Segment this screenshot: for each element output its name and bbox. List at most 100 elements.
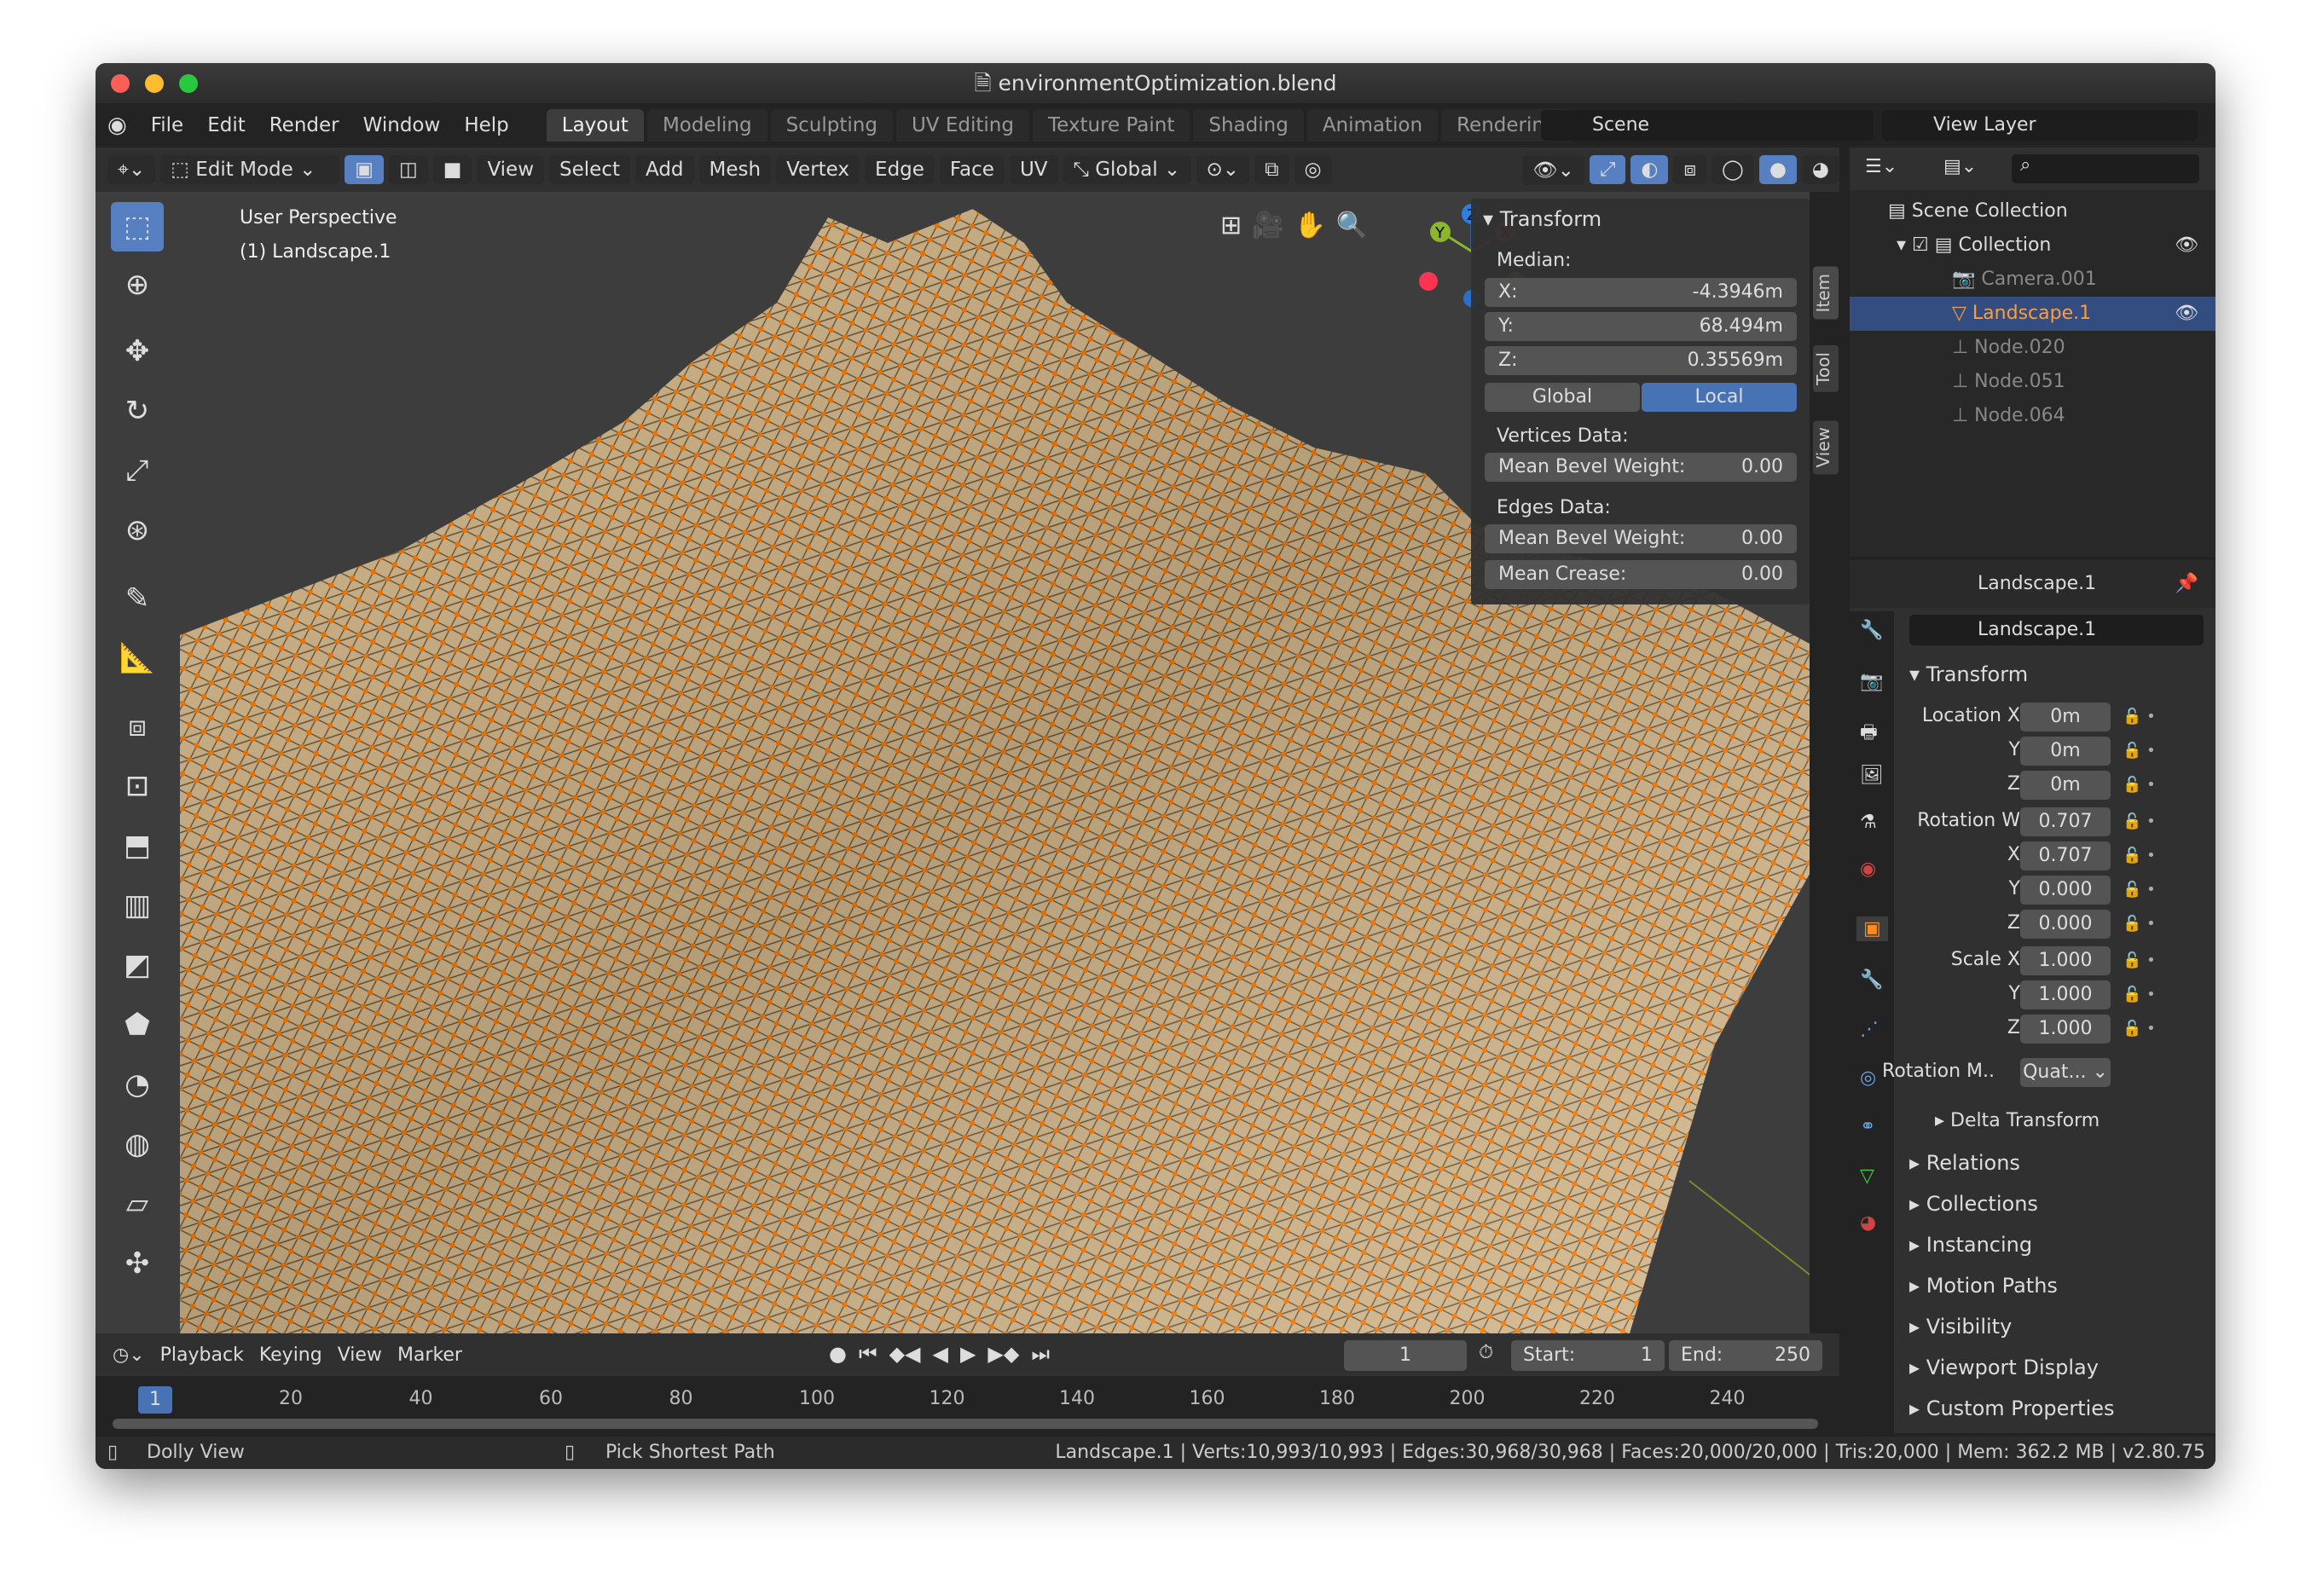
- face-select-icon[interactable]: ■: [432, 155, 472, 184]
- menu-view[interactable]: View: [477, 155, 545, 184]
- lock-icon[interactable]: 🔓 •: [2123, 986, 2156, 1003]
- menu-select[interactable]: Select: [549, 155, 630, 184]
- median-x-field[interactable]: X: -4.3946m: [1485, 278, 1797, 307]
- rotation-mode-select[interactable]: Quat... ⌄: [2020, 1058, 2111, 1087]
- overlay-icon[interactable]: ◐: [1630, 155, 1669, 184]
- lock-icon[interactable]: 🔓 •: [2123, 951, 2156, 969]
- tab-uv-editing[interactable]: UV Editing: [895, 109, 1029, 142]
- menu-edge[interactable]: Edge: [865, 155, 935, 184]
- edge-bevel-weight-field[interactable]: Mean Bevel Weight: 0.00: [1485, 524, 1797, 553]
- viewport-display-section[interactable]: ▸ Viewport Display: [1909, 1356, 2099, 1379]
- shrink-fatten-tool-icon[interactable]: ✣: [111, 1239, 164, 1288]
- menu-timeline-view[interactable]: View: [338, 1344, 382, 1366]
- blender-logo-icon[interactable]: ◉: [96, 113, 139, 138]
- location-x-field[interactable]: 0m: [2020, 703, 2111, 732]
- play-icon[interactable]: ▶: [960, 1342, 976, 1366]
- material-tab-icon[interactable]: ◕: [1860, 1212, 1876, 1234]
- rotate-tool-icon[interactable]: ↻: [111, 386, 164, 436]
- view-layer-tab-icon[interactable]: 🖼: [1860, 765, 1884, 786]
- tab-animation[interactable]: Animation: [1306, 109, 1439, 142]
- timeline-editor-icon[interactable]: ◷⌄: [113, 1344, 145, 1366]
- move-tool-icon[interactable]: ✥: [111, 327, 164, 376]
- end-frame-field[interactable]: End: 250: [1669, 1340, 1822, 1371]
- loop-cut-tool-icon[interactable]: ▥: [111, 881, 164, 930]
- data-tab-icon[interactable]: ▽: [1860, 1165, 1874, 1187]
- next-keyframe-icon[interactable]: ▶◆: [988, 1342, 1019, 1366]
- scale-x-field[interactable]: 1.000: [2020, 946, 2111, 975]
- scale-tool-icon[interactable]: ⤢: [111, 446, 164, 495]
- menu-add[interactable]: Add: [635, 155, 694, 184]
- xray-icon[interactable]: ⧈: [1673, 155, 1707, 184]
- bevel-tool-icon[interactable]: ⬒: [111, 821, 164, 870]
- tab-view[interactable]: View: [1813, 420, 1839, 475]
- knife-tool-icon[interactable]: ◩: [111, 940, 164, 990]
- rotation-y-field[interactable]: 0.000: [2020, 876, 2111, 905]
- outliner-item-node020[interactable]: ⊥ Node.020: [1850, 331, 2215, 365]
- camera-view-icon[interactable]: 🎥: [1252, 211, 1283, 240]
- mean-crease-field[interactable]: Mean Crease: 0.00: [1485, 560, 1797, 589]
- menu-render[interactable]: Render: [258, 114, 351, 136]
- tab-tool[interactable]: Tool: [1813, 345, 1839, 392]
- lock-icon[interactable]: 🔓 •: [2123, 708, 2156, 726]
- outliner-search-input[interactable]: ⌕: [2012, 154, 2199, 183]
- visibility-section[interactable]: ▸ Visibility: [1909, 1315, 2012, 1339]
- editor-type-icon[interactable]: ⌖⌄: [107, 155, 156, 184]
- cursor-tool-icon[interactable]: ⊕: [111, 260, 164, 309]
- median-y-field[interactable]: Y: 68.494m: [1485, 312, 1797, 341]
- lock-icon[interactable]: 🔓 •: [2123, 915, 2156, 933]
- tab-sculpting[interactable]: Sculpting: [770, 109, 893, 142]
- outliner-item-node051[interactable]: ⊥ Node.051: [1850, 365, 2215, 399]
- lock-icon[interactable]: 🔓 •: [2123, 881, 2156, 899]
- wireframe-shading-icon[interactable]: ◯: [1712, 155, 1754, 184]
- collections-section[interactable]: ▸ Collections: [1909, 1192, 2038, 1216]
- world-tab-icon[interactable]: ◉: [1860, 859, 1876, 880]
- pin-icon[interactable]: 📌: [2175, 560, 2198, 608]
- tab-layout[interactable]: Layout: [546, 109, 644, 142]
- grid-view-icon[interactable]: ⊞: [1220, 211, 1242, 240]
- material-shading-icon[interactable]: ◕: [1801, 155, 1839, 184]
- scene-collection-row[interactable]: ▤ Scene Collection: [1850, 194, 2215, 228]
- transform-panel-header[interactable]: ▾ Transform: [1483, 207, 1601, 231]
- measure-tool-icon[interactable]: 📐: [111, 633, 164, 683]
- menu-keying[interactable]: Keying: [259, 1344, 322, 1366]
- filter-icon[interactable]: ▤⌄: [1943, 156, 1977, 177]
- tab-texture-paint[interactable]: Texture Paint: [1032, 109, 1190, 142]
- mode-selector[interactable]: ⬚ Edit Mode ⌄: [160, 155, 340, 184]
- scene-selector[interactable]: Scene: [1541, 110, 1874, 141]
- rotation-z-field[interactable]: 0.000: [2020, 910, 2111, 939]
- local-toggle[interactable]: Local: [1642, 383, 1797, 412]
- particles-tab-icon[interactable]: ⋰: [1860, 1019, 1879, 1040]
- physics-tab-icon[interactable]: ◎: [1860, 1067, 1876, 1089]
- outliner-item-landscape[interactable]: ▽ Landscape.1 👁: [1850, 297, 2215, 331]
- render-tab-icon[interactable]: 📷: [1860, 671, 1883, 692]
- scale-z-field[interactable]: 1.000: [2020, 1015, 2111, 1044]
- menu-vertex[interactable]: Vertex: [776, 155, 860, 184]
- outliner-item-node064[interactable]: ⊥ Node.064: [1850, 399, 2215, 433]
- menu-help[interactable]: Help: [452, 114, 520, 136]
- visibility-icon[interactable]: 👁⌄: [1522, 154, 1584, 185]
- minimize-button[interactable]: [145, 74, 164, 93]
- menu-face[interactable]: Face: [939, 155, 1005, 184]
- rotation-w-field[interactable]: 0.707: [2020, 807, 2111, 836]
- eye-icon[interactable]: 👁: [2175, 297, 2198, 331]
- menu-edit[interactable]: Edit: [195, 114, 258, 136]
- spin-tool-icon[interactable]: ◔: [111, 1060, 164, 1109]
- global-toggle[interactable]: Global: [1485, 383, 1640, 412]
- delta-transform-header[interactable]: ▸ Delta Transform: [1935, 1110, 2100, 1131]
- menu-mesh[interactable]: Mesh: [698, 155, 772, 184]
- edge-select-icon[interactable]: ◫: [388, 155, 428, 184]
- timeline-scrollbar[interactable]: [113, 1419, 1818, 1429]
- location-z-field[interactable]: 0m: [2020, 771, 2111, 800]
- lock-icon[interactable]: 🔓 •: [2123, 742, 2156, 760]
- tab-shading[interactable]: Shading: [1193, 109, 1304, 142]
- menu-playback[interactable]: Playback: [160, 1344, 244, 1366]
- vertex-bevel-weight-field[interactable]: Mean Bevel Weight: 0.00: [1485, 453, 1797, 482]
- scale-y-field[interactable]: 1.000: [2020, 980, 2111, 1009]
- maximize-button[interactable]: [179, 74, 198, 93]
- current-frame-field[interactable]: 1: [1344, 1340, 1467, 1371]
- output-tab-icon[interactable]: 🖶: [1860, 718, 1878, 750]
- start-frame-field[interactable]: Start: 1: [1511, 1340, 1665, 1371]
- tab-modeling[interactable]: Modeling: [646, 109, 767, 142]
- vertex-select-icon[interactable]: ▣: [345, 155, 384, 184]
- transform-section-header[interactable]: ▾ Transform: [1909, 662, 2028, 686]
